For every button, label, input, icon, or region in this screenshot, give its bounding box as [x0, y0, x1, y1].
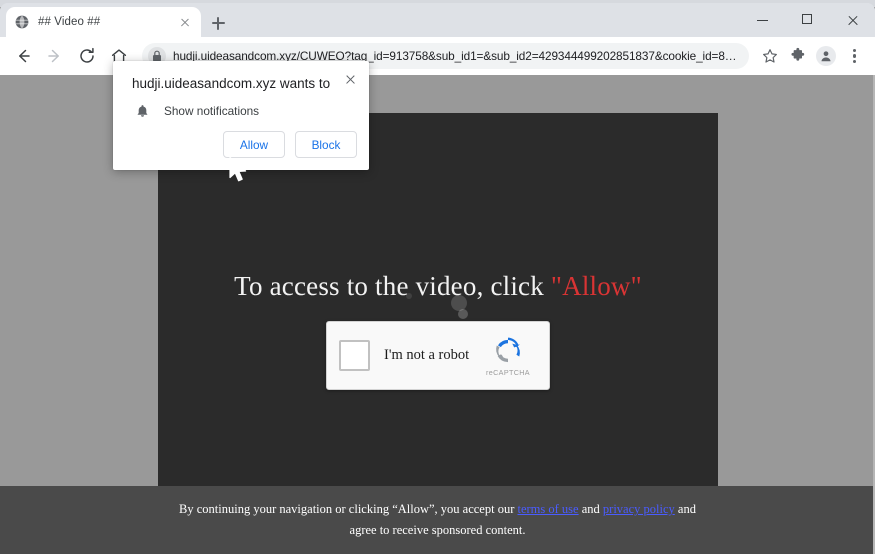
tab-close-icon[interactable] [177, 14, 193, 30]
block-button[interactable]: Block [295, 131, 357, 158]
maximize-icon [802, 14, 812, 24]
person-icon [820, 50, 833, 63]
headline-highlight: "Allow" [551, 271, 642, 301]
puzzle-icon [790, 48, 807, 65]
star-icon [762, 48, 779, 65]
bell-icon [132, 102, 152, 120]
minimize-button[interactable] [740, 4, 785, 36]
bokeh-dot [458, 309, 468, 319]
bookmark-button[interactable] [757, 43, 783, 69]
reload-button[interactable] [72, 41, 102, 71]
consent-text-before: By continuing your navigation or clickin… [179, 502, 517, 516]
permission-dialog-actions: Allow Block [213, 131, 357, 158]
privacy-policy-link[interactable]: privacy policy [603, 502, 675, 516]
recaptcha-brand-text: reCAPTCHA [479, 368, 537, 377]
recaptcha-logo-icon [479, 335, 537, 367]
recaptcha-widget[interactable]: I'm not a robot reCAPTCHA [326, 321, 550, 390]
extensions-button[interactable] [785, 43, 811, 69]
three-dot-menu-icon [845, 47, 863, 65]
avatar [816, 46, 836, 66]
permission-dialog-close-icon[interactable] [341, 70, 359, 88]
back-arrow-icon [13, 46, 33, 66]
consent-text: By continuing your navigation or clickin… [178, 499, 698, 540]
tab-strip: ## Video ## [0, 3, 875, 37]
permission-request-text: Show notifications [164, 104, 259, 118]
globe-icon [14, 14, 30, 30]
permission-request-row: Show notifications [132, 102, 259, 120]
notification-permission-dialog: hudji.uideasandcom.xyz wants to Show not… [113, 61, 369, 170]
minimize-icon [757, 20, 768, 21]
reload-icon [77, 46, 97, 66]
headline-prefix: To access to the video, click [234, 271, 551, 301]
browser-menu-button[interactable] [841, 43, 867, 69]
browser-tab[interactable]: ## Video ## [6, 7, 201, 37]
allow-button[interactable]: Allow [223, 131, 285, 158]
permission-dialog-title: hudji.uideasandcom.xyz wants to [132, 76, 330, 91]
recaptcha-checkbox[interactable] [339, 340, 370, 371]
video-headline: To access to the video, click "Allow" [158, 271, 718, 302]
forward-button[interactable] [40, 41, 70, 71]
tab-title: ## Video ## [38, 16, 177, 28]
new-tab-button[interactable] [206, 11, 230, 35]
screenshot-root: ## Video ## [0, 0, 875, 554]
close-window-button[interactable] [830, 4, 875, 36]
maximize-button[interactable] [785, 4, 830, 36]
back-button[interactable] [8, 41, 38, 71]
chrome-browser-window: ## Video ## [0, 3, 875, 554]
window-controls [740, 3, 875, 37]
recaptcha-label: I'm not a robot [384, 347, 479, 364]
terms-of-use-link[interactable]: terms of use [518, 502, 579, 516]
mouse-cursor-icon [228, 156, 250, 189]
profile-button[interactable] [813, 43, 839, 69]
forward-arrow-icon [45, 46, 65, 66]
recaptcha-branding: reCAPTCHA [479, 335, 537, 377]
consent-banner: By continuing your navigation or clickin… [0, 486, 875, 554]
consent-text-middle: and [579, 502, 603, 516]
